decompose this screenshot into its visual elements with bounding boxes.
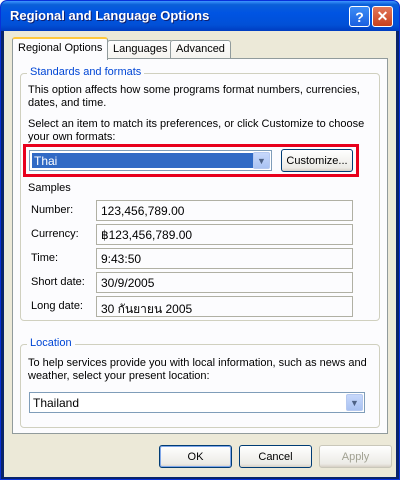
highlight-box [23,144,359,177]
apply-button[interactable]: Apply [319,445,392,468]
sample-value-number: 123,456,789.00 [96,200,353,221]
standards-group-title: Standards and formats [27,66,145,78]
help-button[interactable]: ? [349,6,370,27]
close-icon: ✕ [376,8,389,24]
sample-value-time: 9:43:50 [96,248,353,269]
tab-languages[interactable]: Languages [107,40,174,59]
location-description: To help services provide you with local … [28,357,367,382]
location-select[interactable]: Thailand ▼ [29,392,365,413]
tab-advanced[interactable]: Advanced [170,40,231,59]
sample-value-short-date: 30/9/2005 [96,272,353,293]
samples-title: Samples [28,182,71,194]
sample-value-long-date: 30 กันยายน 2005 [96,296,353,317]
title-bar[interactable]: Regional and Language Options ? ✕ [1,1,399,31]
window-title: Regional and Language Options [10,8,210,23]
dialog-client: Regional Options Languages Advanced Stan… [4,31,396,477]
location-group-title: Location [27,337,75,349]
ok-button[interactable]: OK [159,445,232,468]
sample-label-time: Time: [31,252,59,264]
standards-group: Standards and formats This option affect… [20,66,380,321]
location-select-value: Thailand [33,396,80,410]
tab-panel: Standards and formats This option affect… [12,58,388,434]
dialog-window: Regional and Language Options ? ✕ Region… [0,0,400,480]
chevron-down-icon[interactable]: ▼ [346,394,363,411]
help-icon: ? [355,8,364,25]
standards-description: This option affects how some programs fo… [28,84,360,109]
location-group: Location To help services provide you wi… [20,337,380,428]
sample-label-long-date: Long date: [31,300,83,312]
close-button[interactable]: ✕ [372,6,393,27]
sample-value-currency: ฿123,456,789.00 [96,224,353,245]
tab-regional-options[interactable]: Regional Options [12,37,109,60]
sample-label-currency: Currency: [31,228,79,240]
cancel-button[interactable]: Cancel [239,445,312,468]
standards-instruction: Select an item to match its preferences,… [28,118,365,143]
sample-label-number: Number: [31,204,74,216]
sample-label-short-date: Short date: [31,276,85,288]
